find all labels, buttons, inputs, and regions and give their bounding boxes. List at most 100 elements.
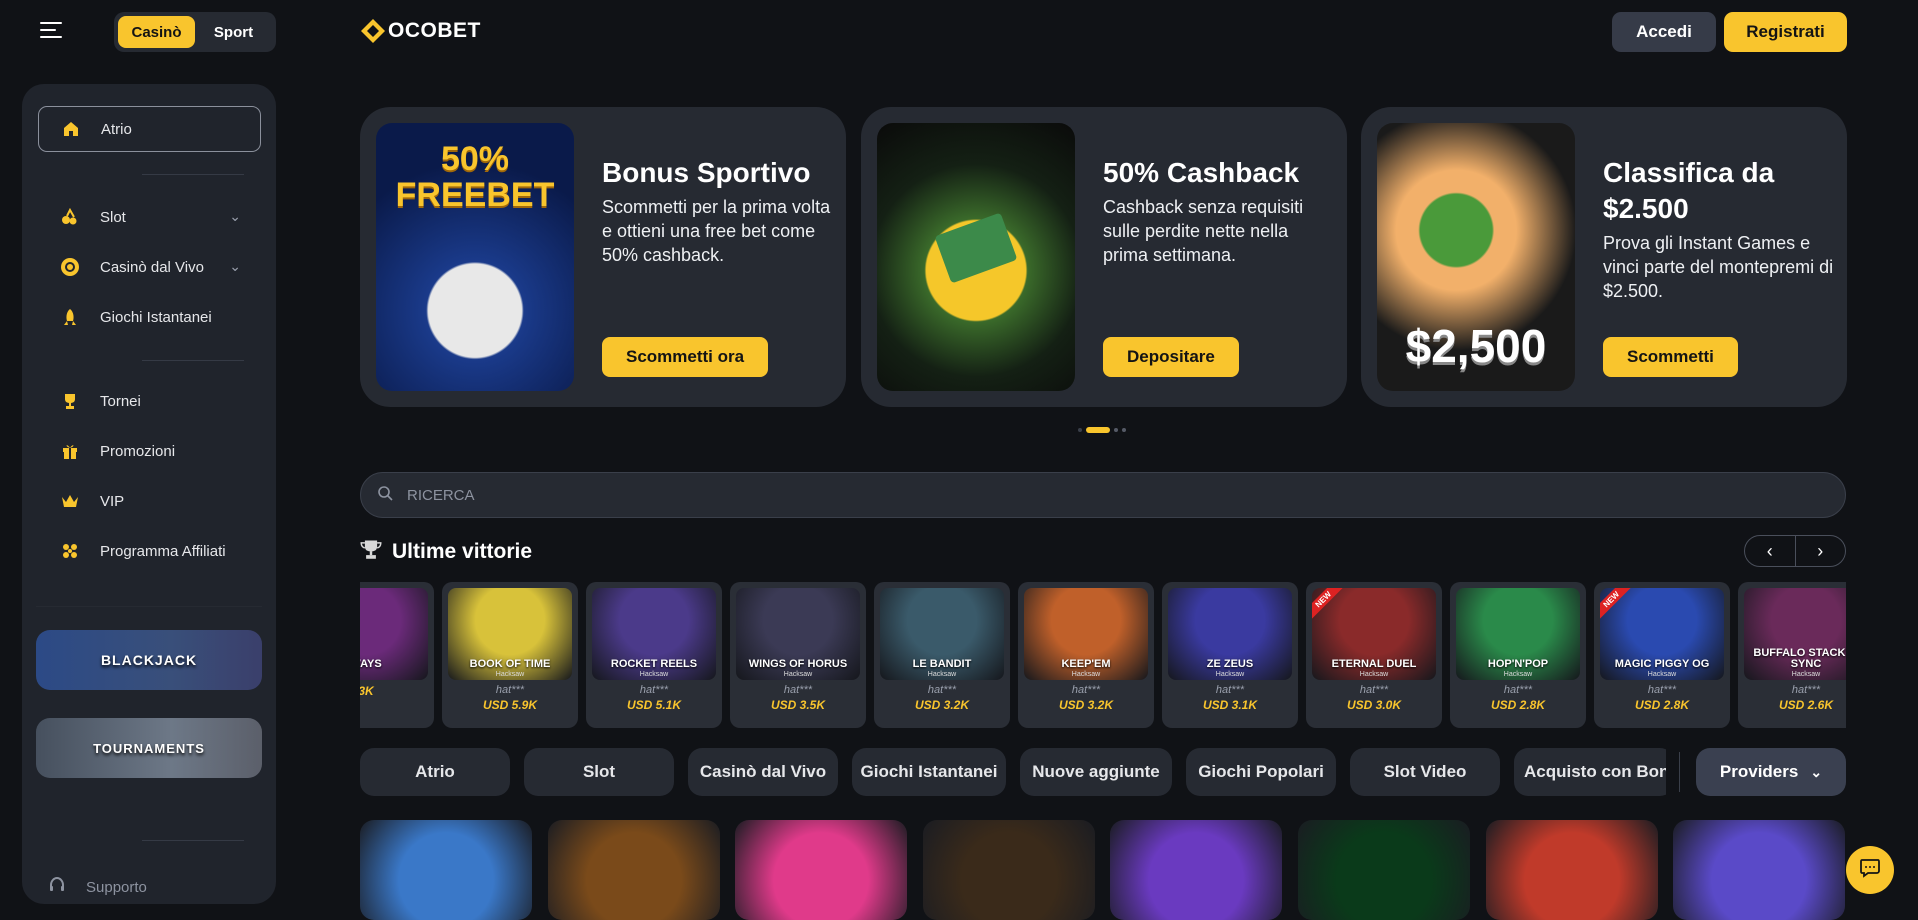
tournaments-promo[interactable]: TOURNAMENTS	[36, 718, 262, 778]
banner-classifica[interactable]: $2,500 Classifica da $2.500 Prova gli In…	[1361, 107, 1847, 407]
deposit-button[interactable]: Depositare	[1103, 337, 1239, 377]
providers-dropdown[interactable]: Providers ⌄	[1696, 748, 1846, 796]
game-tile[interactable]	[1485, 820, 1658, 920]
sidebar-item-atrio[interactable]: Atrio	[38, 106, 261, 152]
win-card[interactable]: NEW ETERNAL DUEL Hacksaw hat*** USD 3.0K	[1306, 582, 1442, 728]
login-button[interactable]: Accedi	[1612, 12, 1716, 52]
game-provider: Hacksaw	[639, 671, 669, 678]
game-provider: Hacksaw	[1503, 671, 1533, 678]
banner-text: Cashback senza requisiti sulle perdite n…	[1103, 197, 1304, 265]
search-input[interactable]	[407, 486, 1707, 504]
chat-icon	[1859, 858, 1881, 883]
bet-now-button[interactable]: Scommetti ora	[602, 337, 769, 377]
search-bar[interactable]	[360, 472, 1846, 518]
game-tile[interactable]	[1298, 820, 1470, 920]
category-tab[interactable]: Slot	[524, 748, 674, 796]
category-tab[interactable]: Nuove aggiunte	[1020, 748, 1172, 796]
category-tab[interactable]: Giochi Popolari	[1186, 748, 1336, 796]
trophy-icon	[60, 391, 80, 411]
sidebar-item-label: Promozioni	[100, 442, 176, 460]
win-card[interactable]: KEEP'EM Hacksaw hat*** USD 3.2K	[1018, 582, 1154, 728]
banner-bonus-sportivo[interactable]: 50% FREEBET Bonus Sportivo Scommetti per…	[360, 107, 846, 407]
sidebar-item-label: Atrio	[101, 120, 132, 138]
win-amount: USD 3.1K	[1202, 698, 1258, 712]
category-tab[interactable]: Atrio	[360, 748, 510, 796]
chevron-right-icon[interactable]: ›	[1796, 536, 1846, 566]
carousel-dot[interactable]	[1122, 428, 1126, 432]
chat-button[interactable]	[1846, 846, 1894, 894]
game-thumbnail: NEW ETERNAL DUEL Hacksaw	[1312, 588, 1436, 680]
money-icon	[934, 212, 1018, 284]
divider	[36, 606, 262, 607]
sidebar-item-tornei[interactable]: Tornei	[38, 378, 261, 424]
sidebar-item-label: Slot	[100, 208, 126, 226]
affiliates-icon	[60, 541, 80, 561]
winner-username: hat***	[927, 684, 957, 696]
game-name: LE BANDIT	[912, 658, 972, 670]
sidebar-item-affiliati[interactable]: Programma Affiliati	[38, 528, 261, 574]
sidebar-item-instant-games[interactable]: Giochi Istantanei	[38, 294, 261, 340]
win-card[interactable]: BUFFALO STACK'N' SYNCHacksaw hat*** USD 2.…	[1738, 582, 1846, 728]
game-tile[interactable]	[922, 820, 1095, 920]
sidebar-item-label: Programma Affiliati	[100, 542, 226, 560]
chevron-left-icon[interactable]: ‹	[1745, 536, 1796, 566]
tab-casino[interactable]: Casinò	[118, 16, 195, 48]
menu-icon[interactable]	[40, 22, 62, 40]
win-card[interactable]: HOP'N'POP Hacksaw hat*** USD 2.8K	[1450, 582, 1586, 728]
game-name: ZE ZEUS	[1206, 658, 1254, 670]
search-icon	[377, 485, 393, 506]
game-name: BUFFALO STACK'N' SYNC	[1753, 647, 1846, 670]
brand-name: OCOBET	[388, 19, 481, 42]
banner-cashback[interactable]: 50% Cashback Cashback senza requisiti su…	[861, 107, 1347, 407]
sidebar-item-slot[interactable]: Slot ⌄	[38, 194, 261, 240]
game-thumbnail: HOP'N'POP Hacksaw	[1456, 588, 1580, 680]
support-label: Supporto	[86, 878, 147, 896]
new-badge: NEW	[1600, 588, 1634, 622]
category-tab[interactable]: Casinò dal Vivo	[688, 748, 838, 796]
chevron-down-icon: ⌄	[229, 208, 241, 224]
brand-logo[interactable]: OCOBET	[360, 18, 481, 44]
crown-icon	[60, 491, 80, 511]
support-link[interactable]: Supporto	[48, 876, 147, 898]
blackjack-promo[interactable]: BLACKJACK	[36, 630, 262, 690]
win-card[interactable]: BOOK OF TIME Hacksaw hat*** USD 5.9K	[442, 582, 578, 728]
game-thumbnail: WINGS OF HORUS Hacksaw	[736, 588, 860, 680]
tab-sport[interactable]: Sport	[195, 16, 272, 48]
win-card[interactable]: LE BANDIT Hacksaw hat*** USD 3.2K	[874, 582, 1010, 728]
sidebar-item-label: VIP	[100, 492, 125, 510]
category-tab[interactable]: Acquisto con Bonu	[1514, 748, 1666, 796]
game-tile[interactable]	[735, 820, 908, 920]
sidebar-item-promozioni[interactable]: Promozioni	[38, 428, 261, 474]
winner-username: hat***	[1647, 684, 1677, 696]
trophy-icon	[360, 538, 382, 566]
game-tile[interactable]	[360, 820, 532, 920]
game-thumbnail: ROCKET REELS Hacksaw	[592, 588, 716, 680]
game-provider: Hacksaw	[1215, 671, 1245, 678]
category-tab[interactable]: Slot Video	[1350, 748, 1500, 796]
win-card[interactable]: NEW MAGIC PIGGY OG Hacksaw hat*** USD 2.8K	[1594, 582, 1730, 728]
game-provider: Hacksaw	[927, 671, 957, 678]
win-card[interactable]: ZE ZEUS Hacksaw hat*** USD 3.1K	[1162, 582, 1298, 728]
game-thumbnail: WAYS	[360, 588, 428, 680]
win-card[interactable]: WAYS 3K	[360, 582, 434, 728]
carousel-dot[interactable]	[1114, 428, 1118, 432]
game-thumbnail: ZE ZEUS Hacksaw	[1168, 588, 1292, 680]
sidebar-item-vip[interactable]: VIP	[38, 478, 261, 524]
divider	[142, 840, 244, 841]
logo-icon	[361, 19, 385, 43]
carousel-dot[interactable]	[1078, 428, 1082, 432]
sidebar-item-live-casino[interactable]: Casinò dal Vivo ⌄	[38, 244, 261, 290]
home-icon	[61, 119, 81, 139]
cashback-art	[877, 123, 1075, 391]
win-card[interactable]: ROCKET REELS Hacksaw hat*** USD 5.1K	[586, 582, 722, 728]
carousel-dot-active[interactable]	[1086, 427, 1110, 433]
game-thumbnail: NEW MAGIC PIGGY OG Hacksaw	[1600, 588, 1724, 680]
bet-button[interactable]: Scommetti	[1603, 337, 1738, 377]
game-tile[interactable]	[547, 820, 720, 920]
category-tab[interactable]: Giochi Istantanei	[852, 748, 1006, 796]
register-button[interactable]: Registrati	[1724, 12, 1847, 52]
chevron-down-icon: ⌄	[1810, 763, 1823, 780]
game-tile[interactable]	[1110, 820, 1283, 920]
game-tile[interactable]	[1673, 820, 1846, 920]
win-card[interactable]: WINGS OF HORUS Hacksaw hat*** USD 3.5K	[730, 582, 866, 728]
